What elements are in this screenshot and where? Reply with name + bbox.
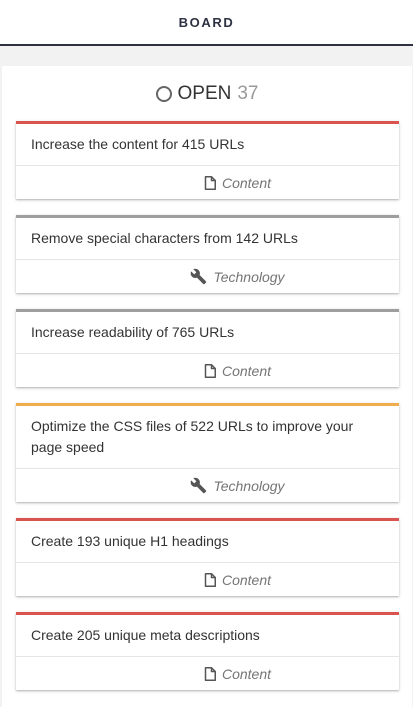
task-card-category: Technology (16, 260, 399, 293)
column-count: 37 (237, 82, 259, 104)
task-card[interactable]: Increase readability of 765 URLs Content (16, 309, 399, 387)
task-card[interactable]: Create 193 unique H1 headings Content (16, 518, 399, 596)
wrench-icon (190, 268, 207, 285)
top-navigation-bar: BOARD (0, 0, 413, 46)
task-card-category: Content (16, 166, 399, 199)
task-card-category: Content (16, 354, 399, 387)
task-card-title: Remove special characters from 142 URLs (16, 218, 399, 260)
task-card-title: Increase readability of 765 URLs (16, 312, 399, 354)
task-card[interactable]: Remove special characters from 142 URLs … (16, 215, 399, 293)
task-card-category: Content (16, 657, 399, 690)
column-header: OPEN 37 (2, 66, 412, 121)
task-card-category-label: Content (221, 174, 272, 191)
task-card[interactable]: Create 205 unique meta descriptions Cont… (16, 612, 399, 690)
task-card-title: Increase the content for 415 URLs (16, 124, 399, 166)
document-icon (204, 572, 216, 587)
task-card-category-label: Content (221, 362, 272, 379)
task-card-category-label: Technology (213, 268, 285, 285)
document-icon (204, 175, 216, 190)
card-list: Increase the content for 415 URLs Conten… (2, 121, 412, 690)
open-status-circle-icon (155, 85, 172, 102)
task-card-title: Create 193 unique H1 headings (16, 521, 399, 563)
document-icon (204, 666, 216, 681)
task-card-category-label: Technology (213, 477, 285, 494)
task-card-title: Create 205 unique meta descriptions (16, 615, 399, 657)
column-title: OPEN (177, 82, 232, 104)
task-card[interactable]: Optimize the CSS files of 522 URLs to im… (16, 403, 399, 502)
board-column: OPEN 37 Increase the content for 415 URL… (2, 66, 412, 707)
task-card-title: Optimize the CSS files of 522 URLs to im… (16, 406, 399, 469)
wrench-icon (190, 477, 207, 494)
task-card[interactable]: Increase the content for 415 URLs Conten… (16, 121, 399, 199)
document-icon (204, 363, 216, 378)
task-card-category-label: Content (221, 571, 272, 588)
task-card-category: Technology (16, 469, 399, 502)
task-card-category-label: Content (221, 665, 272, 682)
task-card-category: Content (16, 563, 399, 596)
tab-board[interactable]: BOARD (179, 15, 235, 30)
